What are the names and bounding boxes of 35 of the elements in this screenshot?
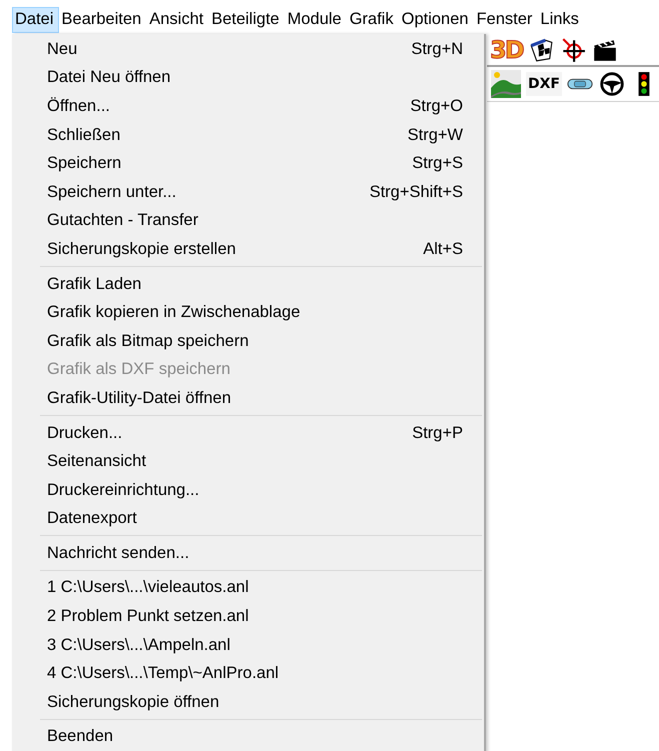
menu-item[interactable]: Schließen Strg+W xyxy=(12,120,484,150)
dxf-button[interactable]: DXF xyxy=(526,72,562,96)
menu-item[interactable]: Datenexport xyxy=(12,504,484,534)
menu-item[interactable]: Sicherungskopie erstellen Alt+S xyxy=(12,235,484,264)
menu-item[interactable]: 4 C:\Users\...\Temp\~AnlPro.anl xyxy=(12,659,484,688)
menu-item[interactable]: Datei Neu öffnen xyxy=(12,64,484,92)
menu-item[interactable]: Beenden xyxy=(12,722,484,751)
menu-item[interactable]: 3 C:\Users\...\Ampeln.anl xyxy=(12,630,484,660)
menu-item[interactable]: 1 C:\Users\...\vieleautos.anl xyxy=(12,574,484,602)
menu-item[interactable]: Drucken... Strg+P xyxy=(12,418,484,448)
menu-bar-item[interactable]: Datei xyxy=(12,7,59,33)
menu-item[interactable]: Öffnen... Strg+O xyxy=(12,92,484,121)
menu-item[interactable]: Gutachten - Transfer xyxy=(12,206,484,236)
menu-item[interactable]: Grafik-Utility-Datei öffnen xyxy=(12,384,484,413)
menu-item[interactable]: Nachricht senden... xyxy=(12,539,484,568)
menu-item[interactable]: Seitenansicht xyxy=(12,447,484,476)
menu-item[interactable]: Grafik kopieren in Zwischenablage xyxy=(12,298,484,327)
menu-item[interactable]: Speichern unter... Strg+Shift+S xyxy=(12,178,484,207)
menu-bar-item[interactable]: Optionen xyxy=(398,7,474,33)
menu-item[interactable]: Grafik Laden xyxy=(12,270,484,298)
menu-bar-item[interactable]: Bearbeiten xyxy=(58,7,146,33)
menu-item[interactable]: Grafik als Bitmap speichern xyxy=(12,326,484,356)
menu-item[interactable]: Druckereinrichtung... xyxy=(12,476,484,504)
menu-item[interactable]: Speichern Strg+S xyxy=(12,149,484,178)
menu-item[interactable]: Sicherungskopie öffnen xyxy=(12,688,484,717)
menu-bar-item[interactable]: Fenster xyxy=(473,7,538,33)
menu-bar-item[interactable]: Ansicht xyxy=(146,7,208,33)
menu-item[interactable]: Neu Strg+N xyxy=(12,35,484,64)
menu-bar-item[interactable]: Grafik xyxy=(346,7,398,33)
menu-item[interactable]: 2 Problem Punkt setzen.anl xyxy=(12,602,484,631)
steering-wheel-icon[interactable] xyxy=(598,71,626,97)
menu-bar-item[interactable]: Links xyxy=(537,7,584,33)
menu-bar-item[interactable]: Module xyxy=(284,7,346,33)
menu-bar-item[interactable]: Beteiligte xyxy=(208,7,284,33)
landscape-icon[interactable] xyxy=(490,70,522,98)
